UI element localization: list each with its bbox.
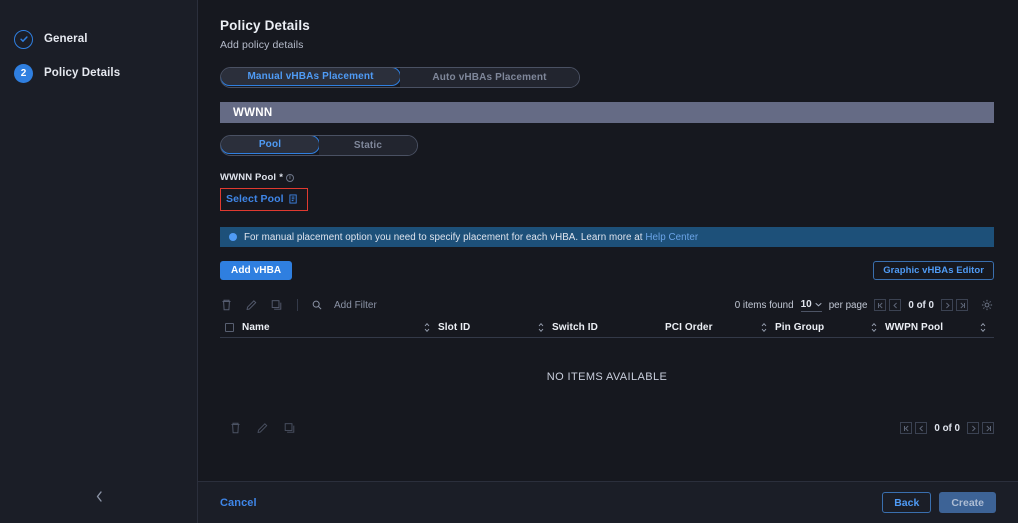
search-input[interactable] (334, 300, 634, 311)
table-footer-row: 0 of 0 (220, 416, 994, 440)
pager-prev-button[interactable] (915, 422, 927, 434)
table-pager-top: 0 of 0 (874, 299, 968, 311)
list-select-icon (289, 194, 298, 204)
pager-last-button[interactable] (982, 422, 994, 434)
create-button[interactable]: Create (939, 492, 996, 513)
sort-icon (538, 322, 544, 333)
sort-icon (980, 322, 986, 333)
column-header-slot-id[interactable]: Slot ID (438, 322, 552, 333)
select-all-checkbox[interactable] (225, 323, 234, 332)
wizard-sidebar: General 2 Policy Details (0, 0, 198, 523)
info-banner-text: For manual placement option you need to … (244, 232, 698, 243)
column-header-label-name: Name (242, 322, 270, 333)
items-found-count: 0 items found (735, 300, 794, 311)
column-header-label-wwpn-pool: WWPN Pool (885, 322, 943, 333)
copy-icon[interactable] (283, 422, 296, 435)
wizard-step-list: General 2 Policy Details (0, 0, 197, 90)
table-header-row: Name Slot ID Switch ID (220, 318, 994, 338)
info-banner-message: For manual placement option you need to … (244, 232, 643, 243)
trash-icon[interactable] (229, 422, 242, 435)
pager-page-count-top: 0 of 0 (908, 300, 934, 311)
table-toolbar-right: 0 items found 10 per page (735, 299, 994, 312)
column-header-label-switch-id: Switch ID (552, 322, 598, 333)
pager-first-button[interactable] (900, 422, 912, 434)
table-empty-state: NO ITEMS AVAILABLE (220, 338, 994, 416)
back-button[interactable]: Back (882, 492, 931, 513)
sort-icon (761, 322, 767, 333)
info-circle-icon[interactable]: i (286, 174, 294, 182)
info-icon (229, 233, 237, 241)
placement-tabs: Manual vHBAs Placement Auto vHBAs Placem… (220, 67, 580, 88)
column-header-label-slot-id: Slot ID (438, 322, 470, 333)
main-scroll-area: Policy Details Add policy details Manual… (198, 0, 1018, 481)
sidebar-item-label-policy-details: Policy Details (44, 67, 120, 79)
pencil-icon[interactable] (256, 422, 269, 435)
sort-icon (871, 322, 877, 333)
chevron-left-icon (95, 490, 104, 503)
chevron-down-icon (815, 302, 822, 307)
select-pool-button[interactable]: Select Pool (220, 188, 308, 211)
wwnn-pool-label-text: WWNN Pool (220, 172, 276, 183)
table-toolbar: 0 items found 10 per page (220, 294, 994, 316)
per-page-value: 10 (801, 299, 812, 310)
tab-pool[interactable]: Pool (220, 135, 320, 154)
column-header-label-pci-order: PCI Order (665, 322, 713, 333)
step-number-badge: 2 (14, 64, 33, 83)
per-page-select[interactable]: 10 (801, 299, 822, 312)
page-subtitle: Add policy details (220, 39, 996, 51)
pager-next-button[interactable] (941, 299, 953, 311)
tab-static[interactable]: Static (319, 136, 417, 155)
sort-icon (424, 322, 430, 333)
pager-next-button[interactable] (967, 422, 979, 434)
graphic-vhbas-editor-button[interactable]: Graphic vHBAs Editor (873, 261, 994, 280)
vhbas-table: 0 items found 10 per page (220, 294, 994, 440)
policy-wizard-window: General 2 Policy Details Policy Details … (0, 0, 1018, 523)
info-banner: For manual placement option you need to … (220, 227, 994, 247)
wizard-footer: Cancel Back Create (198, 481, 1018, 523)
column-header-pci-order[interactable]: PCI Order (665, 322, 775, 333)
wwnn-section-header: WWNN (220, 102, 994, 123)
wwnn-pool-label: WWNN Pool * i (220, 172, 996, 183)
trash-icon[interactable] (220, 299, 233, 312)
cancel-button[interactable]: Cancel (220, 497, 257, 509)
pager-page-count-bottom: 0 of 0 (934, 423, 960, 434)
column-header-pin-group[interactable]: Pin Group (775, 322, 885, 333)
toolbar-divider (297, 299, 298, 311)
pager-prev-button[interactable] (889, 299, 901, 311)
step-check-icon (14, 30, 33, 49)
column-header-wwpn-pool[interactable]: WWPN Pool (885, 322, 994, 333)
sidebar-item-general[interactable]: General (0, 22, 197, 56)
pager-first-button[interactable] (874, 299, 886, 311)
column-header-switch-id[interactable]: Switch ID (552, 322, 665, 333)
page-title: Policy Details (220, 18, 996, 33)
pencil-icon[interactable] (245, 299, 258, 312)
tab-manual-vhbas-placement[interactable]: Manual vHBAs Placement (220, 67, 401, 86)
per-page-label: per page (829, 300, 868, 311)
help-center-link[interactable]: Help Center (645, 232, 698, 243)
tab-auto-vhbas-placement[interactable]: Auto vHBAs Placement (400, 68, 579, 87)
gear-icon[interactable] (981, 299, 994, 312)
wwnn-mode-tabs: Pool Static (220, 135, 418, 156)
select-pool-label: Select Pool (226, 193, 284, 205)
table-pager-bottom: 0 of 0 (900, 422, 994, 434)
table-footer-actions (220, 422, 296, 435)
pager-last-button[interactable] (956, 299, 968, 311)
sidebar-item-label-general: General (44, 33, 88, 45)
select-all-checkbox-cell (220, 323, 242, 332)
add-vhba-button[interactable]: Add vHBA (220, 261, 292, 280)
table-toolbar-left (220, 299, 634, 312)
vhba-actions-row: Add vHBA Graphic vHBAs Editor (220, 261, 994, 280)
search-icon (312, 300, 322, 310)
footer-actions: Back Create (882, 492, 996, 513)
column-header-label-pin-group: Pin Group (775, 322, 824, 333)
sidebar-collapse-button[interactable] (0, 483, 198, 509)
required-asterisk: * (279, 172, 283, 183)
copy-icon[interactable] (270, 299, 283, 312)
column-header-name[interactable]: Name (242, 322, 438, 333)
main-panel: Policy Details Add policy details Manual… (198, 0, 1018, 523)
sidebar-item-policy-details[interactable]: 2 Policy Details (0, 56, 197, 90)
